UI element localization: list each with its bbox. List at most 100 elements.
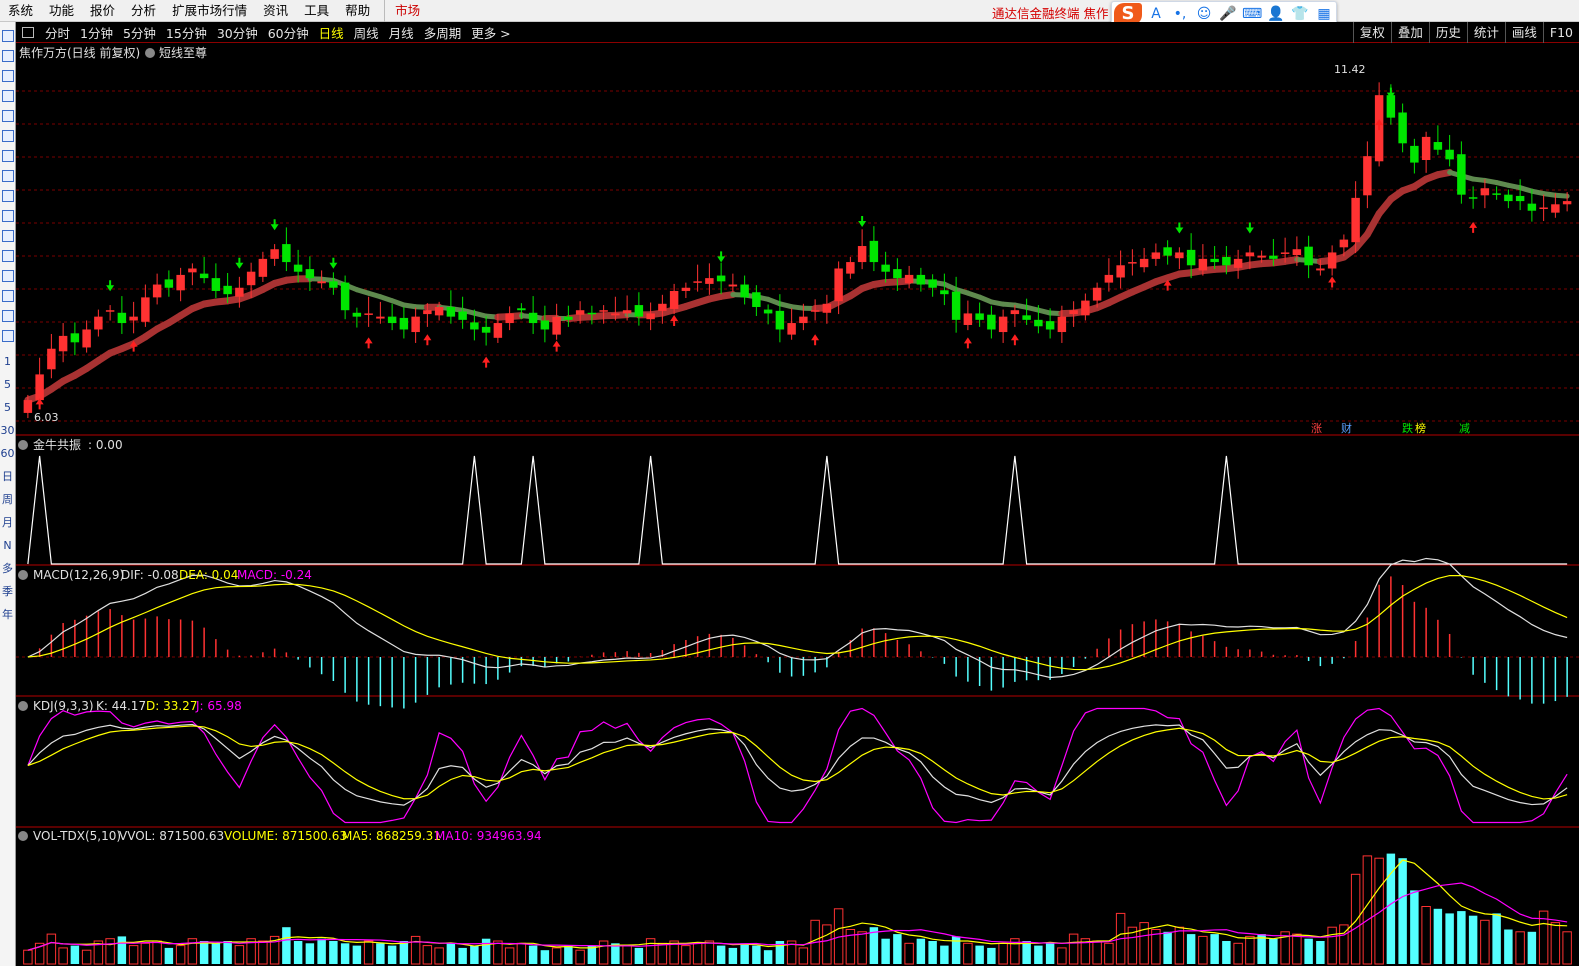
skin-icon[interactable]: 👕 bbox=[1290, 6, 1310, 22]
sidebar-period-6[interactable]: 周 bbox=[0, 488, 15, 511]
vol-name: VOL-TDX(5,10) bbox=[33, 829, 121, 843]
period-tab-5[interactable]: 60分钟 bbox=[263, 23, 314, 42]
volume-bar bbox=[1421, 906, 1431, 965]
candle-body bbox=[23, 400, 33, 413]
kdj-menu-icon[interactable] bbox=[18, 701, 28, 711]
sidebar-period-11[interactable]: 年 bbox=[0, 603, 15, 626]
sell-arrow-icon bbox=[717, 251, 726, 263]
candle-body bbox=[293, 264, 303, 272]
toolbar-right-2[interactable]: 历史 bbox=[1428, 22, 1467, 43]
sidebar-period-1[interactable]: 5 bbox=[0, 373, 15, 396]
sidebar-tool-icon[interactable] bbox=[2, 110, 14, 122]
menu-item-1[interactable]: 功能 bbox=[41, 0, 82, 22]
event-marker: 财 bbox=[1341, 421, 1352, 435]
candle-body bbox=[705, 278, 714, 284]
vol-menu-icon[interactable] bbox=[18, 831, 28, 841]
microphone-icon[interactable]: 🎤 bbox=[1218, 6, 1238, 22]
sidebar-tool-icon[interactable] bbox=[2, 330, 14, 342]
jnjz-name: 金牛共振 bbox=[33, 437, 81, 452]
sidebar-period-5[interactable]: 日 bbox=[0, 465, 15, 488]
sidebar-tool-icon[interactable] bbox=[2, 190, 14, 202]
toolbar-right-4[interactable]: 画线 bbox=[1504, 22, 1543, 43]
period-tab-8[interactable]: 月线 bbox=[384, 23, 419, 42]
volume-bars bbox=[23, 853, 1572, 965]
grid-icon[interactable]: ▦ bbox=[1314, 6, 1334, 22]
menu-item-7[interactable]: 帮助 bbox=[337, 0, 378, 22]
brand-title: 通达信金融终端 焦作 bbox=[992, 6, 1109, 21]
candle-body bbox=[740, 284, 749, 298]
jnjz-value: : 0.00 bbox=[88, 438, 123, 452]
sidebar-period-7[interactable]: 月 bbox=[0, 511, 15, 534]
user-icon[interactable]: 👤 bbox=[1266, 6, 1286, 22]
volume-bar bbox=[551, 947, 562, 965]
sidebar-tool-icon[interactable] bbox=[2, 290, 14, 302]
sidebar-period-4[interactable]: 60 bbox=[0, 442, 15, 465]
period-tab-1[interactable]: 1分钟 bbox=[75, 23, 118, 42]
volume-bar bbox=[963, 942, 973, 965]
menu-item-2[interactable]: 报价 bbox=[82, 0, 123, 22]
font-icon[interactable]: A bbox=[1146, 6, 1166, 22]
toolbar-right-3[interactable]: 统计 bbox=[1466, 22, 1505, 43]
sidebar-tool-icon[interactable] bbox=[2, 250, 14, 262]
sidebar-tool-icon[interactable] bbox=[2, 90, 14, 102]
menu-item-3[interactable]: 分析 bbox=[123, 0, 164, 22]
menu-item-6[interactable]: 工具 bbox=[296, 0, 337, 22]
macd-dea: DEA: 0.04 bbox=[179, 568, 238, 582]
sidebar-period-3[interactable]: 30 bbox=[0, 419, 15, 442]
menu-item-5[interactable]: 资讯 bbox=[255, 0, 296, 22]
sidebar-tool-icon[interactable] bbox=[2, 70, 14, 82]
candle-body bbox=[611, 313, 620, 316]
main-indicator-name: 短线至尊 bbox=[159, 45, 207, 60]
event-marker: 跌 bbox=[1402, 421, 1413, 435]
dropdown-icon[interactable] bbox=[145, 48, 155, 58]
sidebar-tool-icon[interactable] bbox=[2, 230, 14, 242]
sidebar-tool-icon[interactable] bbox=[2, 210, 14, 222]
punctuation-icon[interactable]: •, bbox=[1170, 6, 1190, 22]
sidebar-tool-icon[interactable] bbox=[2, 170, 14, 182]
period-tab-0[interactable]: 分时 bbox=[40, 23, 75, 42]
sidebar-period-2[interactable]: 5 bbox=[0, 396, 15, 419]
sidebar-tool-icon[interactable] bbox=[2, 130, 14, 142]
sidebar-period-0[interactable]: 1 bbox=[0, 350, 15, 373]
vol-ma5: MA5: 868259.31 bbox=[342, 829, 441, 843]
volume-bar bbox=[516, 942, 527, 965]
ma-band-segment bbox=[1363, 210, 1383, 238]
toolbar-right-1[interactable]: 叠加 bbox=[1390, 22, 1429, 43]
sidebar-period-10[interactable]: 季 bbox=[0, 580, 15, 603]
period-tab-7[interactable]: 周线 bbox=[349, 23, 384, 42]
panel-toggle-icon[interactable] bbox=[22, 26, 34, 38]
toolbar-right-0[interactable]: 复权 bbox=[1352, 22, 1391, 43]
sidebar-period-8[interactable]: N bbox=[0, 534, 15, 557]
candle-body bbox=[517, 308, 526, 311]
candle-body bbox=[1551, 204, 1560, 213]
stock-chart[interactable]: 焦作万方(日线 前复权) 短线至尊 11.42 6.03 涨财跌榜减 金牛共振 … bbox=[16, 43, 1579, 966]
jnjz-menu-icon[interactable] bbox=[18, 440, 28, 450]
emoji-icon[interactable]: ☺ bbox=[1194, 6, 1214, 22]
volume-bar bbox=[410, 935, 421, 965]
menu-item-0[interactable]: 系统 bbox=[0, 0, 41, 22]
toolbar-right-5[interactable]: F10 bbox=[1542, 22, 1579, 43]
period-tab-9[interactable]: 多周期 bbox=[419, 23, 467, 42]
macd-menu-icon[interactable] bbox=[18, 570, 28, 580]
candle-body bbox=[987, 314, 996, 330]
period-tab-4[interactable]: 30分钟 bbox=[212, 23, 263, 42]
sidebar-tool-icon[interactable] bbox=[2, 30, 14, 42]
period-tab-6[interactable]: 日线 bbox=[314, 23, 349, 42]
sidebar-tool-icon[interactable] bbox=[2, 150, 14, 162]
keyboard-icon[interactable]: ⌨ bbox=[1242, 6, 1262, 22]
sidebar-tool-icon[interactable] bbox=[2, 50, 14, 62]
volume-bar bbox=[399, 941, 409, 964]
volume-bar bbox=[352, 945, 362, 964]
candle-body bbox=[1492, 193, 1501, 195]
sidebar-tool-icon[interactable] bbox=[2, 270, 14, 282]
sidebar-tool-icon[interactable] bbox=[2, 310, 14, 322]
menu-market[interactable]: 市场 bbox=[384, 0, 428, 22]
candle-body bbox=[963, 313, 973, 325]
period-tab-10[interactable]: 更多 > bbox=[466, 23, 515, 42]
sidebar-period-9[interactable]: 多 bbox=[0, 557, 15, 580]
candle-body bbox=[223, 285, 232, 295]
period-tab-2[interactable]: 5分钟 bbox=[118, 23, 161, 42]
menu-item-4[interactable]: 扩展市场行情 bbox=[164, 0, 255, 22]
candle-body bbox=[658, 303, 667, 311]
period-tab-3[interactable]: 15分钟 bbox=[161, 23, 212, 42]
